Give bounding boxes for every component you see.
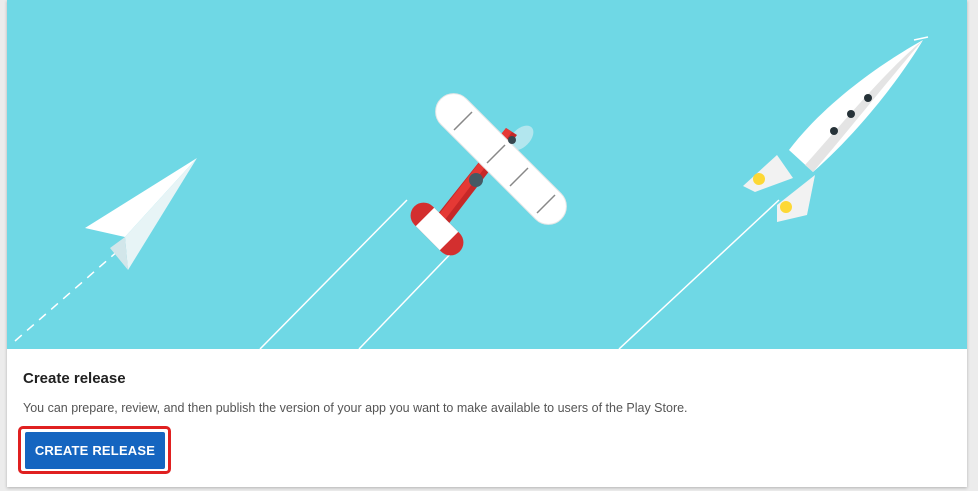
paper-plane-trail (14, 249, 120, 342)
paper-plane-icon (85, 158, 197, 270)
biplane-trail-2 (358, 246, 458, 349)
rocket-icon (743, 40, 923, 222)
rocket-trail (618, 199, 780, 349)
rocket-nose-line (913, 36, 929, 41)
create-release-card: Create release You can prepare, review, … (7, 0, 967, 487)
biplane-icon (410, 93, 567, 256)
hero-illustration (7, 0, 967, 349)
biplane-trail-1 (259, 199, 408, 349)
illustration-canvas (14, 36, 929, 349)
create-release-button[interactable]: CREATE RELEASE (25, 432, 165, 469)
card-title: Create release (23, 370, 126, 387)
card-description: You can prepare, review, and then publis… (23, 401, 688, 415)
